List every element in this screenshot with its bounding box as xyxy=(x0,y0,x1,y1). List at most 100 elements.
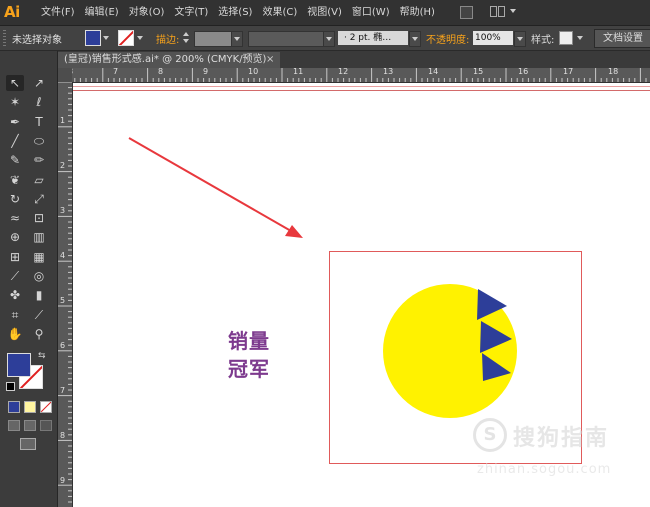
draw-normal-icon[interactable] xyxy=(8,420,20,431)
stroke-dropdown-icon[interactable] xyxy=(137,36,143,40)
selection-tool-icon[interactable]: ↖ xyxy=(6,75,24,91)
menu-bar: Ai 文件(F) 编辑(E) 对象(O) 文字(T) 选择(S) 效果(C) 视… xyxy=(0,0,650,26)
ruler-label: 16 xyxy=(518,68,529,76)
ruler-label: 18 xyxy=(608,68,619,76)
opacity-dropdown[interactable] xyxy=(514,31,526,47)
red-arrow-head[interactable] xyxy=(285,225,303,238)
gradient-mode-icon[interactable] xyxy=(24,401,36,413)
stroke-weight-stepper-icon[interactable] xyxy=(182,31,190,44)
menu-object[interactable]: 对象(O) xyxy=(124,0,170,25)
caption-line-2[interactable]: 冠军 xyxy=(228,353,270,382)
control-bar: 未选择对象 描边: · 2 pt. 椭… 不透明度: 100% 样式: 文档设置 xyxy=(0,26,650,51)
gradient-tool-icon[interactable]: ▦ xyxy=(30,249,48,265)
line-segment-tool-icon[interactable]: ╱ xyxy=(6,133,24,149)
paintbrush-tool-icon[interactable]: ✎ xyxy=(6,152,24,168)
opacity-input[interactable]: 100% xyxy=(473,31,513,45)
symbol-sprayer-tool-icon[interactable]: ✤ xyxy=(6,287,24,303)
vertical-ruler[interactable]: 1 2 3 4 5 6 7 8 9 xyxy=(58,82,73,507)
stroke-color-swatch[interactable] xyxy=(118,30,134,46)
red-arrow-shaft[interactable] xyxy=(128,137,292,232)
zoom-tool-icon[interactable]: ⚲ xyxy=(30,326,48,342)
menu-select[interactable]: 选择(S) xyxy=(213,0,257,25)
profile-dropdown[interactable] xyxy=(323,31,335,47)
column-graph-tool-icon[interactable]: ▮ xyxy=(30,287,48,303)
ruler-label: 14 xyxy=(428,68,439,76)
ruler-label: 8 xyxy=(158,68,164,76)
stroke-weight-input[interactable] xyxy=(194,31,232,47)
caption-line-1[interactable]: 销量 xyxy=(228,325,270,354)
artboard-canvas[interactable]: 销量 冠军 S 搜狗指南 zhinan.sogou.com xyxy=(73,83,650,507)
type-tool-icon[interactable]: T xyxy=(30,114,48,130)
menu-items: 文件(F) 编辑(E) 对象(O) 文字(T) 选择(S) 效果(C) 视图(V… xyxy=(36,0,440,25)
pen-tool-icon[interactable]: ✒ xyxy=(6,114,24,130)
draw-behind-icon[interactable] xyxy=(24,420,36,431)
panel-grip-icon[interactable] xyxy=(3,30,6,46)
close-icon[interactable]: × xyxy=(266,52,274,68)
stroke-weight-dropdown[interactable] xyxy=(231,31,243,47)
menu-file[interactable]: 文件(F) xyxy=(36,0,80,25)
slice-tool-icon[interactable]: ⟋ xyxy=(30,307,48,323)
fill-dropdown-icon[interactable] xyxy=(103,36,109,40)
artboard-tool-icon[interactable]: ⌗ xyxy=(6,307,24,323)
swap-fill-stroke-icon[interactable]: ⇆ xyxy=(38,351,46,361)
brush-definition-field[interactable]: · 2 pt. 椭… xyxy=(338,31,408,45)
eraser-tool-icon[interactable]: ▱ xyxy=(30,172,48,188)
arrange-documents-icon[interactable] xyxy=(490,6,516,17)
ruler-ticks xyxy=(58,82,72,503)
menu-help[interactable]: 帮助(H) xyxy=(395,0,440,25)
stroke-label[interactable]: 描边: xyxy=(156,31,179,46)
pencil-tool-icon[interactable]: ✏ xyxy=(30,152,48,168)
menu-window[interactable]: 窗口(W) xyxy=(347,0,395,25)
blob-brush-tool-icon[interactable]: ❦ xyxy=(6,172,24,188)
ruler-label: 7 xyxy=(113,68,119,76)
mesh-tool-icon[interactable]: ⊞ xyxy=(6,249,24,265)
menu-type[interactable]: 文字(T) xyxy=(169,0,213,25)
default-fill-stroke-icon[interactable] xyxy=(6,382,15,391)
lasso-tool-icon[interactable]: ℓ xyxy=(30,94,48,110)
horizontal-ruler[interactable]: 8789101112131415161718 xyxy=(58,68,650,83)
brush-dropdown[interactable] xyxy=(409,31,421,47)
ruler-origin[interactable] xyxy=(58,68,72,82)
eyedropper-tool-icon[interactable]: ⟋ xyxy=(6,268,24,284)
style-label: 样式: xyxy=(531,35,555,46)
document-setup-button[interactable]: 文档设置 xyxy=(594,29,650,48)
style-dropdown-icon[interactable] xyxy=(577,36,583,40)
free-transform-tool-icon[interactable]: ⊡ xyxy=(30,210,48,226)
hand-tool-icon[interactable]: ✋ xyxy=(6,326,24,342)
selection-status: 未选择对象 xyxy=(12,35,62,46)
variable-width-profile[interactable] xyxy=(248,31,324,47)
graph-tool-icon[interactable]: ▥ xyxy=(30,229,48,245)
direct-selection-tool-icon[interactable]: ↗ xyxy=(30,75,48,91)
chevron-down-icon xyxy=(326,37,332,41)
rotate-tool-icon[interactable]: ↻ xyxy=(6,191,24,207)
ruler-label: 10 xyxy=(248,68,259,76)
none-mode-icon[interactable] xyxy=(40,401,52,413)
menu-view[interactable]: 视图(V) xyxy=(302,0,347,25)
color-mode-icon[interactable] xyxy=(8,401,20,413)
draw-inside-icon[interactable] xyxy=(40,420,52,431)
ruler-label: 15 xyxy=(473,68,484,76)
graphic-style-swatch[interactable] xyxy=(559,31,573,45)
document-tab-title: (皇冠)销售形式感.ai* @ 200% (CMYK/预览) xyxy=(64,54,267,65)
ruler-label: 5 xyxy=(60,296,66,305)
magic-wand-tool-icon[interactable]: ✶ xyxy=(6,94,24,110)
ruler-label: 3 xyxy=(60,206,66,215)
ruler-label: 17 xyxy=(563,68,574,76)
document-tab[interactable]: (皇冠)销售形式感.ai* @ 200% (CMYK/预览) × xyxy=(58,52,280,68)
width-tool-icon[interactable]: ≈ xyxy=(6,210,24,226)
ellipse-tool-icon[interactable]: ⬭ xyxy=(30,133,48,149)
blend-tool-icon[interactable]: ◎ xyxy=(30,268,48,284)
fill-swatch-large[interactable] xyxy=(7,353,31,377)
app-logo: Ai xyxy=(4,3,20,21)
menu-edit[interactable]: 编辑(E) xyxy=(80,0,124,25)
screen-mode-icon[interactable] xyxy=(20,438,36,450)
menu-effect[interactable]: 效果(C) xyxy=(257,0,302,25)
ruler-label: 8 xyxy=(60,431,66,440)
ruler-label: 13 xyxy=(383,68,394,76)
chevron-down-icon xyxy=(517,37,523,41)
opacity-label[interactable]: 不透明度: xyxy=(426,31,469,46)
bridge-icon[interactable] xyxy=(460,6,473,19)
shape-builder-tool-icon[interactable]: ⊕ xyxy=(6,229,24,245)
fill-color-swatch[interactable] xyxy=(85,30,101,46)
scale-tool-icon[interactable]: ⤢ xyxy=(30,191,48,207)
